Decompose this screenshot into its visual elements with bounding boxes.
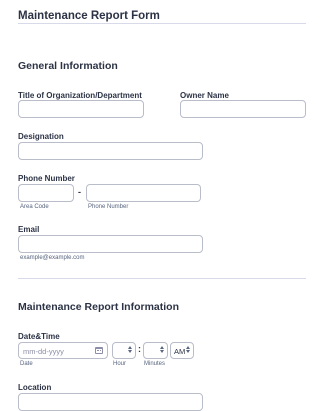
email-label: Email [18,225,40,234]
phone-number-input[interactable] [86,184,201,202]
minutes-select[interactable] [143,342,168,359]
section-heading-report: Maintenance Report Information [18,301,180,313]
form-title: Maintenance Report Form [18,10,160,22]
section-divider [18,278,306,279]
ampm-select[interactable]: AM [170,342,194,359]
designation-input[interactable] [18,142,203,160]
organization-input[interactable] [18,100,144,118]
date-placeholder: mm-dd-yyyy [23,347,64,356]
phone-separator: - [78,187,81,197]
email-sublabel: example@example.com [20,255,85,261]
phone-label: Phone Number [18,174,75,183]
hour-sublabel: Hour [113,361,127,367]
ampm-spinner-icon [186,346,190,353]
ampm-value: AM [174,347,186,356]
date-sublabel: Date [20,361,33,367]
minutes-sublabel: Minutes [144,361,166,367]
owner-name-label: Owner Name [180,91,229,100]
owner-name-input[interactable] [180,100,306,118]
location-input[interactable] [18,393,203,411]
phone-number-sublabel: Phone Number [88,204,129,210]
email-input[interactable] [18,235,203,253]
hour-select[interactable] [112,342,136,359]
area-code-sublabel: Area Code [20,204,49,210]
datetime-label: Date&Time [18,332,60,341]
section-heading-general: General Information [18,60,118,72]
designation-label: Designation [18,132,64,141]
area-code-input[interactable] [18,184,74,202]
date-input[interactable]: mm-dd-yyyy [18,342,108,359]
header-divider [18,23,306,24]
time-separator: : [138,344,141,354]
location-label: Location [18,383,52,392]
calendar-icon[interactable] [95,347,103,354]
minutes-spinner-icon [160,346,164,353]
hour-spinner-icon [128,346,132,353]
organization-label: Title of Organization/Department [18,91,142,100]
